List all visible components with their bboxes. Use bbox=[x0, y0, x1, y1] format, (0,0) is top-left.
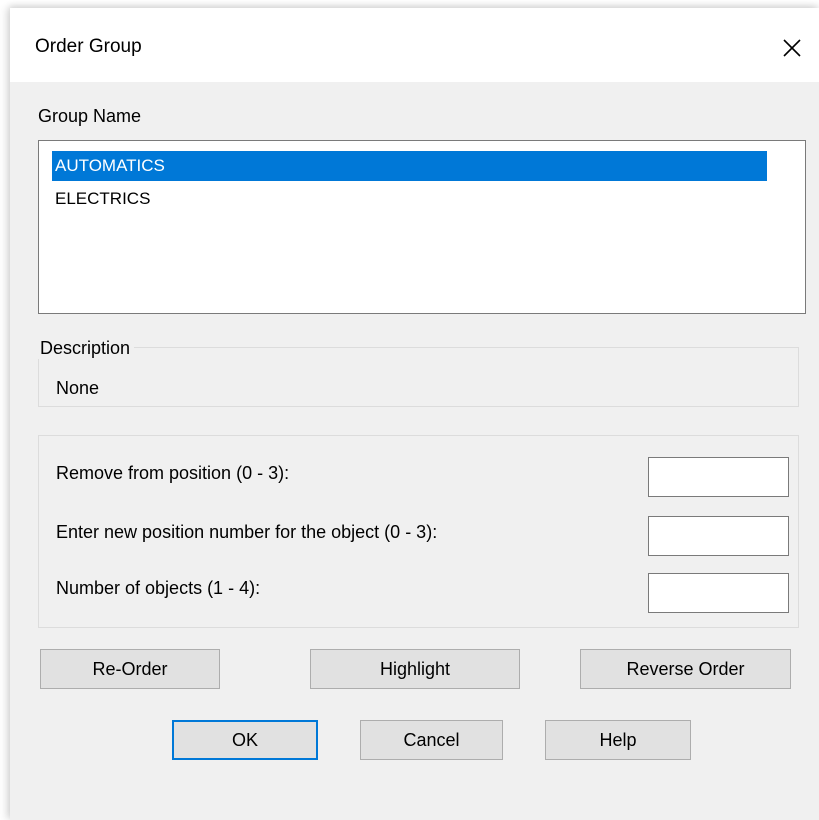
description-groupbox bbox=[38, 347, 799, 407]
remove-position-label: Remove from position (0 - 3): bbox=[56, 463, 290, 483]
cancel-button[interactable]: Cancel bbox=[360, 720, 503, 760]
ok-button[interactable]: OK bbox=[172, 720, 318, 760]
group-name-header: Group Name bbox=[38, 106, 142, 126]
dialog-title: Order Group bbox=[35, 36, 142, 57]
description-legend: Description bbox=[38, 338, 135, 359]
close-icon bbox=[783, 39, 801, 57]
list-item-electrics[interactable]: ELECTRICS bbox=[52, 184, 150, 214]
group-listbox[interactable]: AUTOMATICS ELECTRICS bbox=[38, 140, 806, 314]
highlight-button[interactable]: Highlight bbox=[310, 649, 520, 689]
object-count-input[interactable] bbox=[648, 573, 789, 613]
list-item-automatics[interactable]: AUTOMATICS bbox=[52, 151, 767, 181]
description-value: None bbox=[56, 378, 100, 398]
reorder-button[interactable]: Re-Order bbox=[40, 649, 220, 689]
title-bar: Order Group bbox=[10, 8, 819, 82]
help-button[interactable]: Help bbox=[545, 720, 691, 760]
object-count-label: Number of objects (1 - 4): bbox=[56, 578, 261, 598]
remove-position-input[interactable] bbox=[648, 457, 789, 497]
reverse-order-button[interactable]: Reverse Order bbox=[580, 649, 791, 689]
order-group-dialog: Order Group Group Name AUTOMATICS ELECTR… bbox=[10, 8, 819, 820]
new-position-label: Enter new position number for the object… bbox=[56, 522, 438, 542]
new-position-input[interactable] bbox=[648, 516, 789, 556]
close-button[interactable] bbox=[772, 28, 812, 68]
